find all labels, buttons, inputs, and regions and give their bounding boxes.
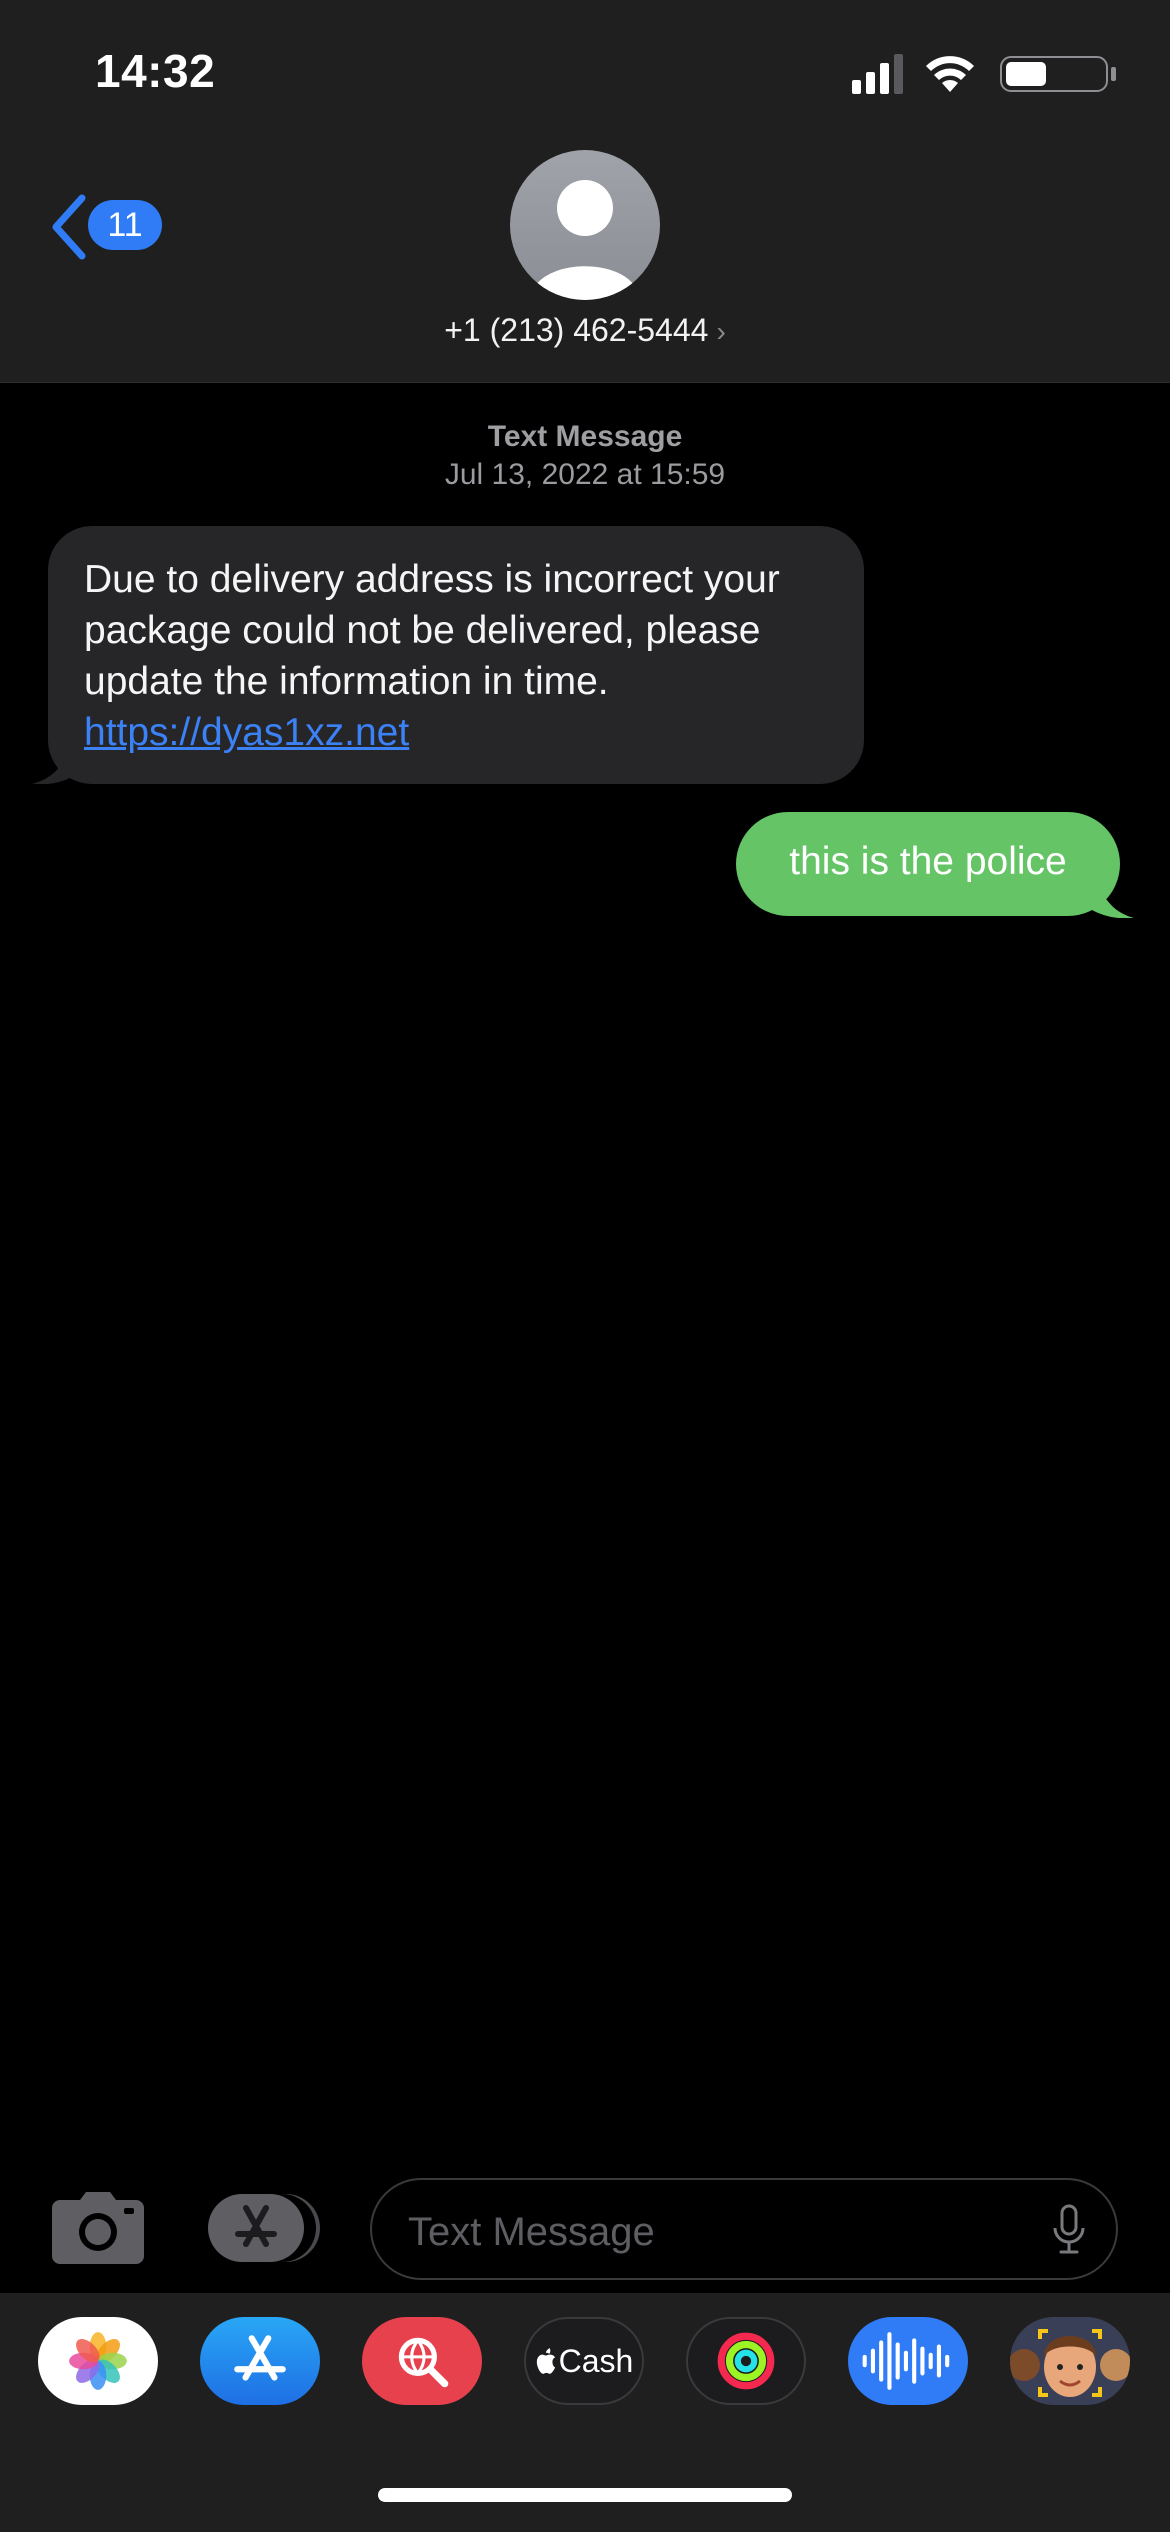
composer: Text Message (0, 2170, 1170, 2290)
message-service-label: Text Message (487, 420, 683, 453)
chevron-right-icon: › (716, 316, 726, 347)
memoji-app-button[interactable] (1010, 2317, 1130, 2405)
home-indicator[interactable] (378, 2488, 792, 2502)
activity-icon (717, 2332, 775, 2390)
memoji-icon (1010, 2317, 1130, 2405)
app-store-icon (234, 2335, 286, 2381)
status-time: 14:32 (95, 45, 216, 97)
wifi-icon (926, 56, 974, 92)
incoming-message-body: Due to delivery address is incorrect you… (84, 558, 780, 703)
photos-icon (69, 2332, 127, 2390)
battery-icon (1000, 56, 1116, 92)
outgoing-message-text: this is the police (789, 840, 1067, 883)
unread-count-badge: 11 (88, 200, 162, 250)
incoming-message-bubble[interactable]: Due to delivery address is incorrect you… (48, 526, 864, 784)
microphone-icon[interactable] (1052, 2204, 1086, 2256)
contact-name[interactable]: +1 (213) 462-5444 › (0, 312, 1170, 349)
message-timestamp: Jul 13, 2022 at 15:59 (444, 458, 726, 491)
incoming-message-text: Due to delivery address is incorrect you… (84, 554, 844, 758)
message-input[interactable]: Text Message (370, 2178, 1118, 2280)
app-store-app-button[interactable] (200, 2317, 320, 2405)
photos-app-button[interactable] (38, 2317, 158, 2405)
person-icon (530, 180, 640, 300)
apple-cash-label: Cash (558, 2342, 634, 2379)
activity-app-button[interactable] (686, 2317, 806, 2405)
web-search-icon (398, 2337, 449, 2388)
contact-avatar[interactable] (510, 150, 660, 300)
back-button[interactable]: 11 (48, 190, 168, 260)
message-input-placeholder: Text Message (408, 2210, 655, 2254)
outgoing-message-bubble[interactable]: this is the police (736, 812, 1120, 916)
cellular-signal-icon (852, 54, 903, 94)
app-store-toggle-icon[interactable] (208, 2194, 320, 2262)
apple-cash-icon (536, 2348, 555, 2374)
outgoing-bubble-tail (1086, 872, 1134, 918)
audio-message-app-button[interactable] (848, 2317, 968, 2405)
incoming-bubble-tail (32, 742, 80, 784)
status-icons (820, 52, 1120, 96)
apple-cash-app-button[interactable]: Cash (524, 2317, 644, 2405)
contact-number: +1 (213) 462-5444 (444, 312, 709, 348)
web-search-app-button[interactable] (362, 2317, 482, 2405)
conversation-header: 14:32 11 +1 (213) 462-5444 › (0, 0, 1170, 383)
message-link[interactable]: https://dyas1xz.net (84, 711, 409, 754)
audio-message-icon (862, 2332, 950, 2390)
camera-icon[interactable] (52, 2192, 144, 2264)
chevron-left-icon (52, 194, 86, 260)
